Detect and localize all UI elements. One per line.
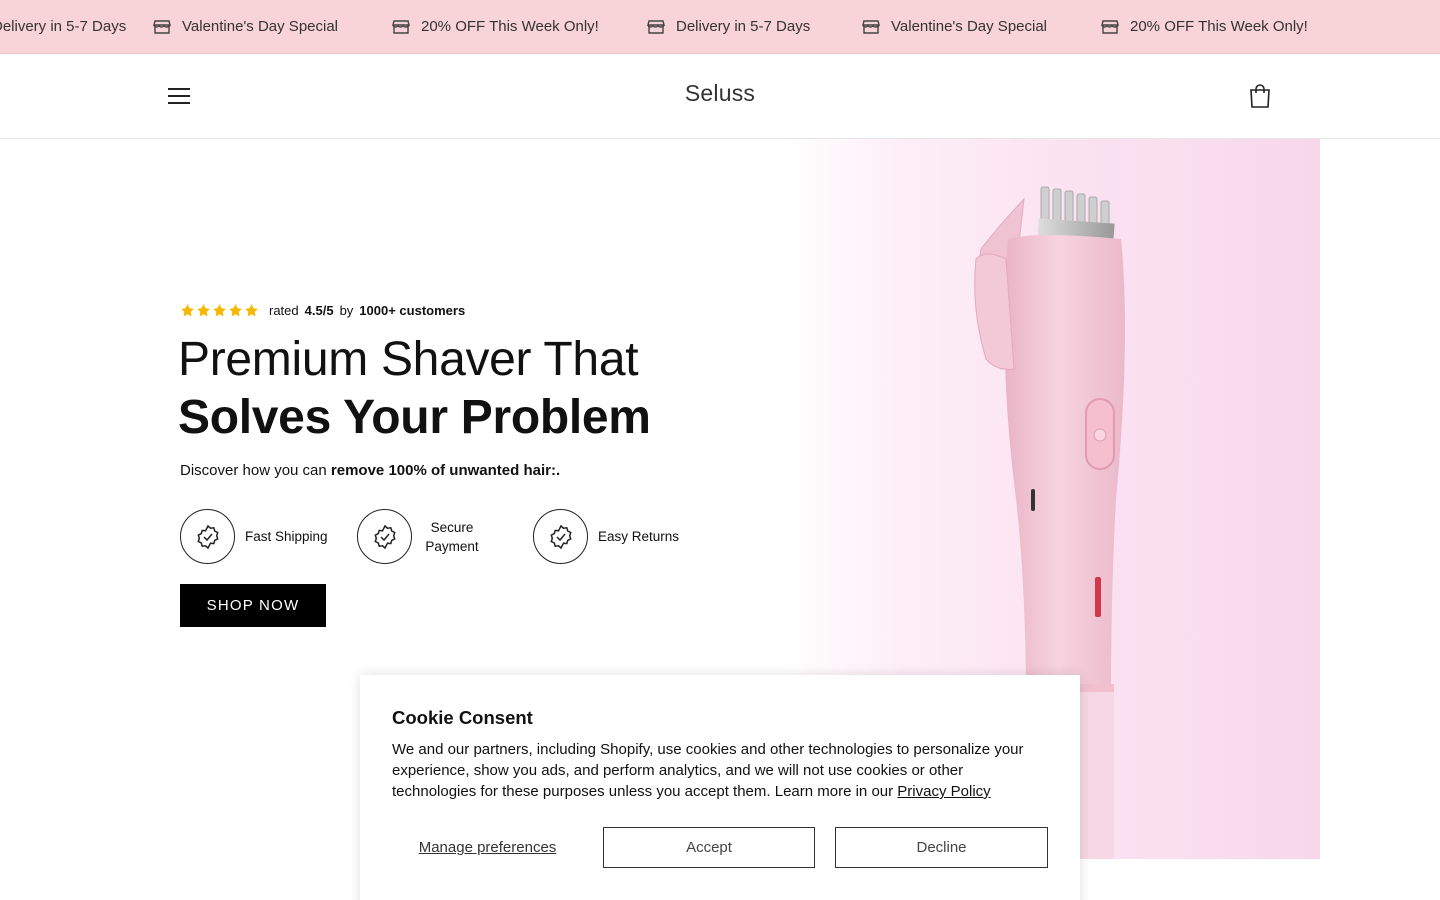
privacy-policy-link[interactable]: Privacy Policy bbox=[897, 783, 990, 800]
badge-check-icon bbox=[357, 509, 412, 564]
announcement-item: Valentine's Day Special bbox=[152, 0, 338, 53]
hero-headline-line1: Premium Shaver That bbox=[178, 333, 639, 386]
subline-bold: remove 100% of unwanted hair:. bbox=[330, 462, 561, 479]
storefront-icon bbox=[153, 19, 171, 34]
announcement-item: 20% OFF This Week Only! bbox=[391, 0, 599, 53]
rating-word: rated bbox=[269, 303, 299, 318]
star-icon bbox=[197, 304, 210, 317]
star-icon bbox=[229, 304, 242, 317]
decline-button[interactable]: Decline bbox=[835, 827, 1048, 868]
storefront-icon bbox=[392, 19, 410, 34]
rating-score: 4.5/5 bbox=[304, 303, 334, 318]
rating-by: by bbox=[339, 303, 354, 318]
rating-customers: 1000+ customers bbox=[359, 303, 466, 318]
badge-check-icon bbox=[180, 509, 235, 564]
star-icon bbox=[245, 304, 258, 317]
hero-subline: Discover how you can remove 100% of unwa… bbox=[180, 462, 560, 479]
feature-secure-payment: Secure Payment bbox=[357, 509, 490, 564]
shopping-bag-icon[interactable] bbox=[1246, 82, 1274, 110]
subline-prefix: Discover how you can bbox=[180, 462, 327, 479]
announcement-text: Valentine's Day Special bbox=[182, 18, 339, 35]
badge-check-icon bbox=[533, 509, 588, 564]
storefront-icon bbox=[862, 19, 880, 34]
announcement-item: Valentine's Day Special bbox=[861, 0, 1047, 53]
feature-label: Fast Shipping bbox=[245, 529, 328, 544]
hamburger-menu-icon[interactable] bbox=[166, 82, 194, 110]
cookie-consent-dialog: Cookie Consent We and our partners, incl… bbox=[360, 675, 1080, 900]
accept-button[interactable]: Accept bbox=[603, 827, 815, 868]
feature-label: Secure Payment bbox=[425, 519, 479, 554]
announcement-item: 20% OFF This Week Only! bbox=[1100, 0, 1308, 53]
shop-now-button[interactable]: SHOP NOW bbox=[180, 584, 326, 627]
star-icon bbox=[213, 304, 226, 317]
announcement-text: Valentine's Day Special bbox=[891, 18, 1048, 35]
site-header: Seluss bbox=[0, 54, 1440, 139]
announcement-bar: Delivery in 5-7 Days Valentine's Day Spe… bbox=[0, 0, 1440, 54]
announcement-text: Delivery in 5-7 Days bbox=[0, 18, 127, 35]
feature-easy-returns: Easy Returns bbox=[533, 509, 679, 564]
storefront-icon bbox=[1101, 19, 1119, 34]
manage-preferences-link[interactable]: Manage preferences bbox=[392, 827, 583, 868]
announcement-item: Delivery in 5-7 Days bbox=[0, 0, 126, 53]
site-logo[interactable]: Seluss bbox=[620, 80, 820, 107]
feature-fast-shipping: Fast Shipping bbox=[180, 509, 328, 564]
cookie-actions: Manage preferences Accept Decline bbox=[392, 827, 1048, 868]
rating-stars bbox=[180, 303, 259, 318]
announcement-text: 20% OFF This Week Only! bbox=[421, 18, 599, 35]
storefront-icon bbox=[647, 19, 665, 34]
feature-label: Easy Returns bbox=[598, 529, 680, 544]
cookie-title: Cookie Consent bbox=[392, 707, 533, 728]
announcement-text: 20% OFF This Week Only! bbox=[1130, 18, 1308, 35]
announcement-text: Delivery in 5-7 Days bbox=[676, 18, 811, 35]
announcement-item: Delivery in 5-7 Days bbox=[646, 0, 810, 53]
cookie-body: We and our partners, including Shopify, … bbox=[392, 739, 1042, 802]
hero-headline-line2: Solves Your Problem bbox=[178, 391, 651, 444]
star-icon bbox=[181, 304, 194, 317]
rating-row: rated 4.5/5 by 1000+ customers bbox=[180, 303, 465, 318]
